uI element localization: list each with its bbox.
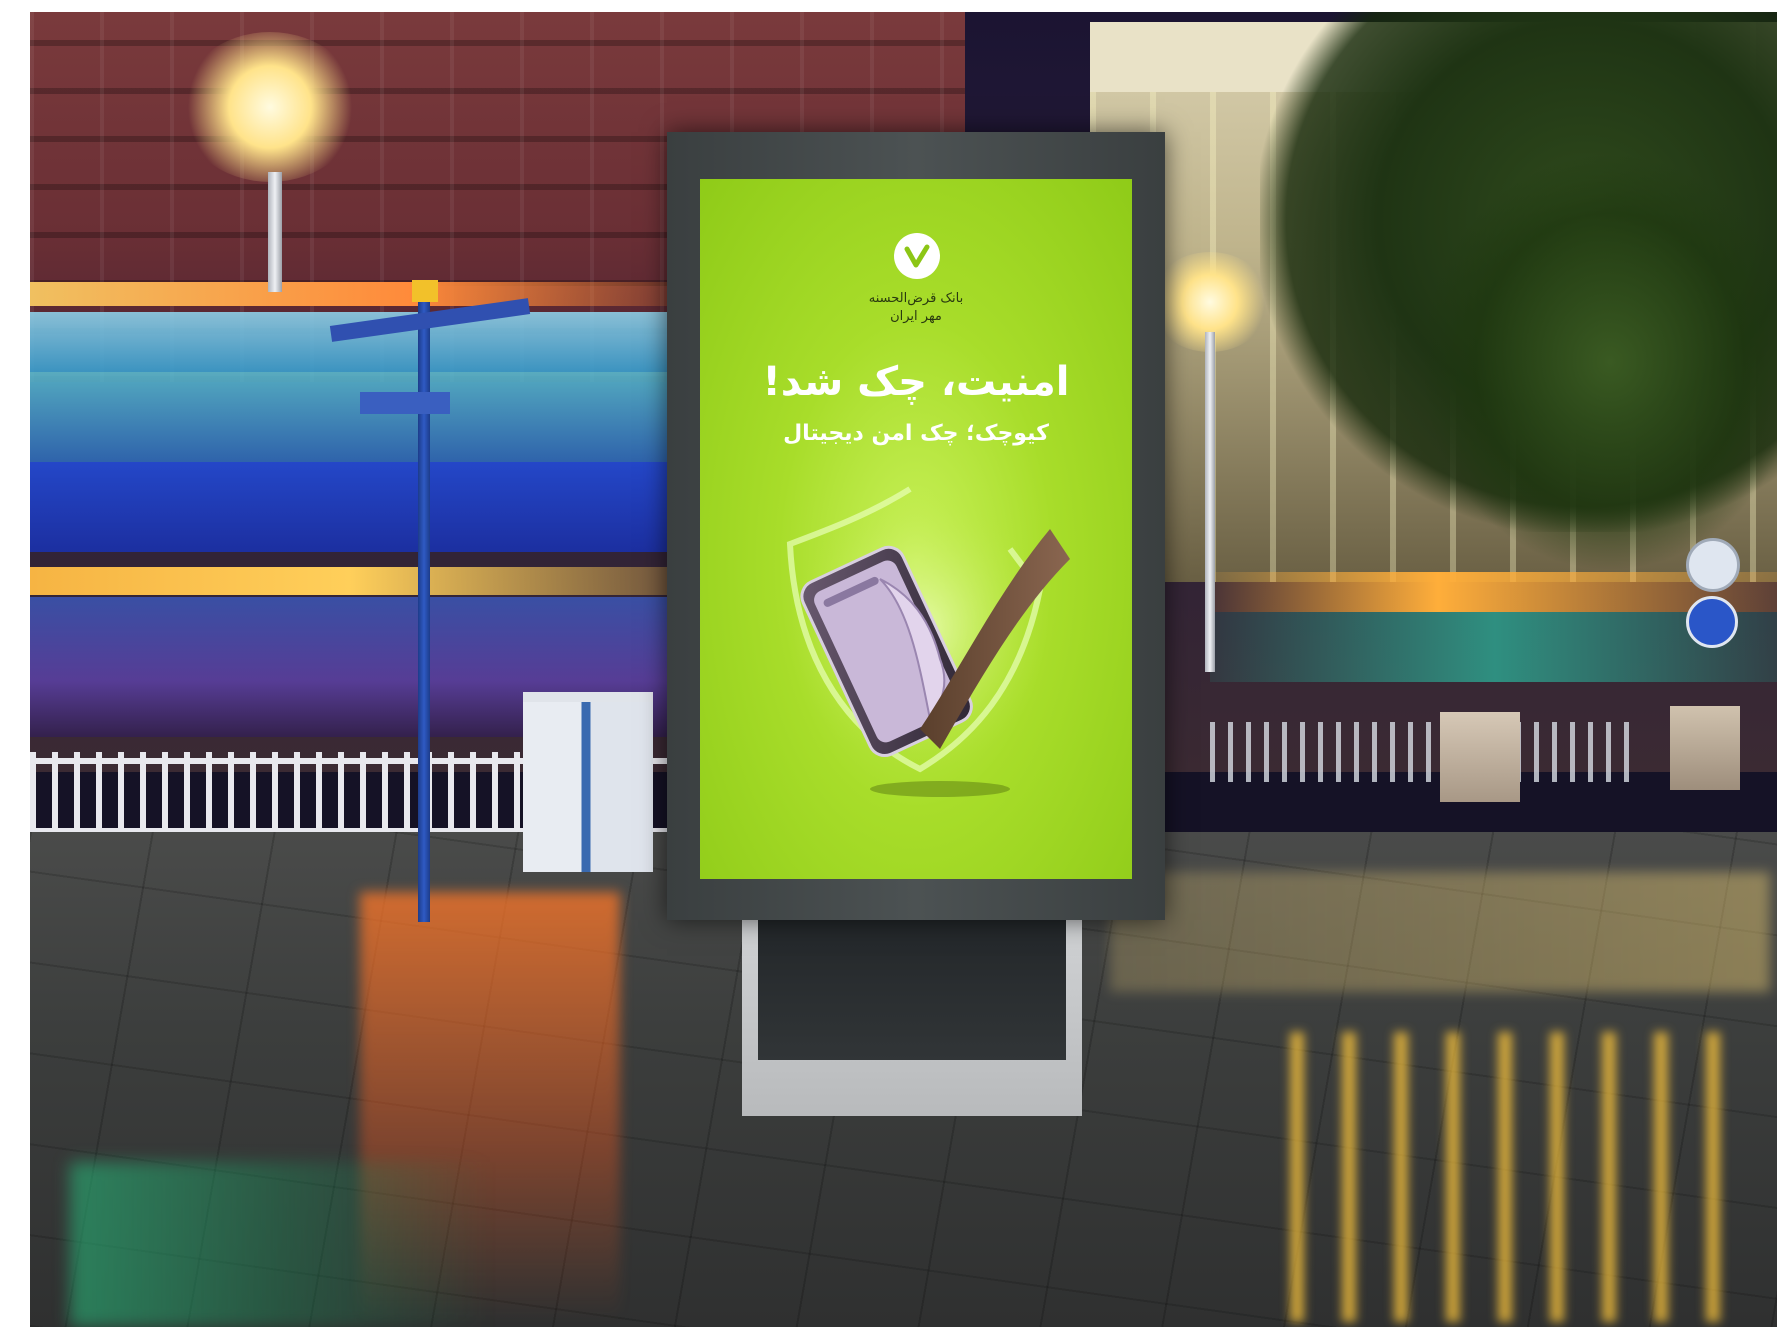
ad-illustration: [786, 486, 1070, 797]
street-railing: [1210, 722, 1630, 782]
checkmark-icon: [904, 244, 930, 268]
light-reflection: [1110, 872, 1770, 992]
light-reflection: [70, 1162, 490, 1327]
billboard-stand-panel: [758, 920, 1066, 1060]
signpost-arm: [360, 392, 450, 414]
bicycle-sign-icon: [1686, 596, 1738, 648]
street-lamp-icon: [180, 32, 360, 182]
bollard: [1670, 706, 1740, 790]
bank-name-line2: مهر ایران: [890, 309, 942, 324]
signpost-cap: [412, 280, 438, 302]
light-streak: [30, 567, 670, 595]
trash-bin: [523, 692, 653, 872]
billboard-poster: بانک قرض‌الحسنه مهر ایران امنیت، چک شد! …: [700, 179, 1132, 879]
light-streak: [30, 312, 670, 372]
lamp-pole: [268, 172, 282, 292]
light-streak: [30, 462, 670, 552]
street-photo: بانک قرض‌الحسنه مهر ایران امنیت، چک شد! …: [30, 12, 1777, 1327]
light-streak: [30, 372, 670, 462]
bollard: [1440, 712, 1520, 802]
ad-headline: امنیت، چک شد!: [762, 359, 1070, 405]
light-reflection: [1290, 1032, 1730, 1322]
bank-logo: [894, 233, 940, 279]
tree-foliage: [1420, 152, 1777, 572]
bank-name-line1: بانک قرض‌الحسنه: [868, 291, 964, 306]
lamp-pole: [1205, 332, 1215, 672]
ad-subline: کیوچک؛ چک امن دیجیتال: [783, 421, 1049, 446]
road-sign-icon: [1686, 538, 1740, 592]
signpost: [418, 282, 430, 922]
light-streak: [30, 282, 670, 306]
